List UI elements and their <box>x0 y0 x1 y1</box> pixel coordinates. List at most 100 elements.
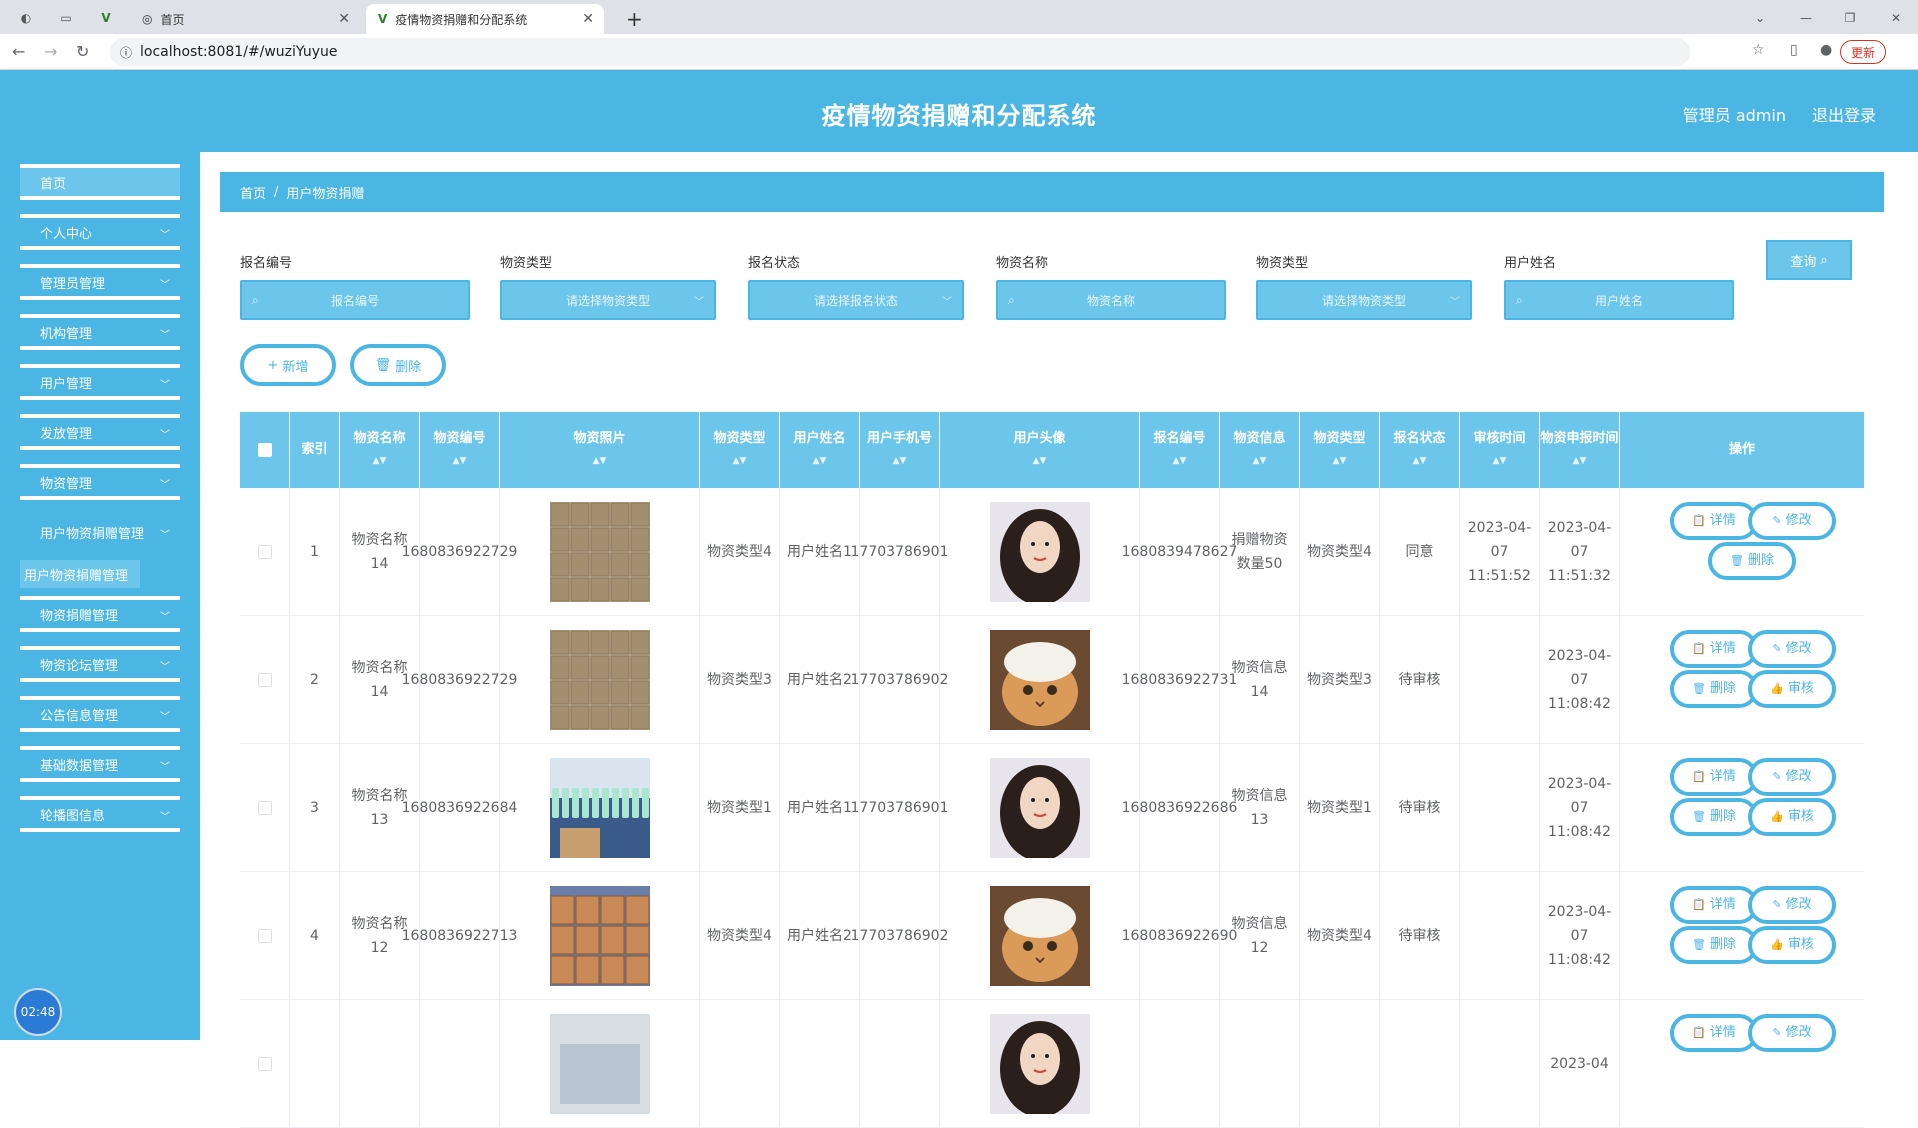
sidebar-item-home[interactable]: 首页 <box>20 164 180 200</box>
sidebar-item-carousel[interactable]: 轮播图信息 ﹀ <box>20 796 180 832</box>
browser-tab-home[interactable]: ◎ 首页 ✕ <box>130 4 360 34</box>
logout-button[interactable]: 退出登录 <box>1812 102 1876 126</box>
view-detail-button[interactable]: 📋 详情 <box>1670 502 1758 540</box>
filter-name-input[interactable]: ⌕ 物资名称 <box>996 280 1226 320</box>
supply-photo-image[interactable] <box>549 886 650 986</box>
sidebar-item-user-donations[interactable]: 用户物资捐赠管理 ﹀ <box>20 514 180 550</box>
filter-status-select[interactable]: 请选择报名状态 ﹀ <box>748 280 964 320</box>
audit-button[interactable]: 👍 审核 <box>1748 926 1836 964</box>
avatar[interactable] <box>989 758 1090 858</box>
sidebar-item-users[interactable]: 用户管理 ﹀ <box>20 364 180 400</box>
supply-photo-image[interactable] <box>549 758 650 858</box>
th-status[interactable]: 报名状态 ▲▼ <box>1380 412 1460 488</box>
sidebar-item-base-data[interactable]: 基础数据管理 ﹀ <box>20 746 180 782</box>
tab-search-icon[interactable]: ⌄ <box>1750 8 1770 28</box>
bulk-delete-button[interactable]: 🗑 删除 <box>350 344 446 386</box>
update-button[interactable]: 更新 <box>1839 40 1886 64</box>
restore-icon[interactable]: ❐ <box>1840 8 1860 28</box>
row-checkbox[interactable] <box>257 1057 272 1071</box>
filter-type2-select[interactable]: 请选择物资类型 ﹀ <box>1256 280 1472 320</box>
audit-button[interactable]: 👍 审核 <box>1748 798 1836 836</box>
sidebar-item-donations[interactable]: 物资捐赠管理 ﹀ <box>20 596 180 632</box>
cell-audit_time <box>1460 872 1540 1000</box>
select-all-checkbox[interactable] <box>257 443 272 457</box>
view-detail-button[interactable]: 📋 详情 <box>1670 630 1758 668</box>
clock-badge[interactable]: 02:48 <box>14 988 62 1036</box>
back-icon[interactable]: ← <box>12 42 25 61</box>
reload-icon[interactable]: ↻ <box>76 42 89 61</box>
pinned-tab-icon[interactable]: ▭ <box>56 8 76 28</box>
edit-button[interactable]: ✎ 修改 <box>1748 758 1836 796</box>
row-checkbox[interactable] <box>257 673 272 687</box>
browser-tab-active[interactable]: V 疫情物资捐赠和分配系统 ✕ <box>366 4 604 34</box>
query-button[interactable]: 查询 ⌕ <box>1766 240 1852 280</box>
th-name[interactable]: 物资名称 ▲▼ <box>340 412 420 488</box>
audit-button[interactable]: 👍 审核 <box>1748 670 1836 708</box>
th-user[interactable]: 用户姓名 ▲▼ <box>780 412 860 488</box>
cell-status: 待审核 <box>1380 744 1460 872</box>
supply-photo-image[interactable] <box>549 502 650 602</box>
th-type2[interactable]: 物资类型 ▲▼ <box>1300 412 1380 488</box>
delete-button[interactable]: 🗑 删除 <box>1670 926 1758 964</box>
supply-photo-image[interactable] <box>549 630 650 730</box>
sidebar-item-distribution[interactable]: 发放管理 ﹀ <box>20 414 180 450</box>
edit-button[interactable]: ✎ 修改 <box>1748 886 1836 924</box>
row-checkbox[interactable] <box>257 929 272 943</box>
avatar[interactable] <box>989 630 1090 730</box>
breadcrumb-home[interactable]: 首页 <box>240 183 266 202</box>
sidebar-item-notices[interactable]: 公告信息管理 ﹀ <box>20 696 180 732</box>
vue-tab-icon[interactable]: V <box>96 8 116 28</box>
star-icon[interactable]: ☆ <box>1752 42 1765 58</box>
th-avatar[interactable]: 用户头像 ▲▼ <box>940 412 1140 488</box>
sidebar-submenu-user-donations[interactable]: 用户物资捐赠管理 <box>20 560 140 588</box>
url-field[interactable]: ⓘ localhost:8081/#/wuziYuyue <box>110 38 1690 66</box>
avatar[interactable] <box>989 502 1090 602</box>
supply-photo <box>500 872 700 1000</box>
close-tab-icon[interactable]: ✕ <box>338 11 350 27</box>
add-button[interactable]: + 新增 <box>240 344 336 386</box>
th-info[interactable]: 物资信息 ▲▼ <box>1220 412 1300 488</box>
avatar[interactable] <box>989 886 1090 986</box>
cell-audit_time <box>1460 1000 1540 1128</box>
new-tab-button[interactable]: + <box>614 4 644 34</box>
th-apply-time[interactable]: 物资申报时间 ▲▼ <box>1540 412 1620 488</box>
close-tab-icon[interactable]: ✕ <box>582 11 594 27</box>
pinned-tab-icon[interactable]: ◐ <box>16 8 36 28</box>
sidebar-item-forum[interactable]: 物资论坛管理 ﹀ <box>20 646 180 682</box>
forward-icon[interactable]: → <box>44 42 57 61</box>
sidepanel-icon[interactable]: ▯ <box>1790 42 1798 58</box>
minimize-icon[interactable]: — <box>1796 8 1816 28</box>
row-checkbox[interactable] <box>257 545 272 559</box>
user-avatar <box>940 616 1140 744</box>
filter-apply-no-input[interactable]: ⌕ 报名编号 <box>240 280 470 320</box>
cell-status: 待审核 <box>1380 616 1460 744</box>
delete-button[interactable]: 🗑 删除 <box>1670 670 1758 708</box>
view-detail-button[interactable]: 📋 详情 <box>1670 1014 1758 1052</box>
th-type[interactable]: 物资类型 ▲▼ <box>700 412 780 488</box>
sidebar-item-orgs[interactable]: 机构管理 ﹀ <box>20 314 180 350</box>
th-apply-no[interactable]: 报名编号 ▲▼ <box>1140 412 1220 488</box>
filter-type-select[interactable]: 请选择物资类型 ﹀ <box>500 280 716 320</box>
view-detail-button[interactable]: 📋 详情 <box>1670 758 1758 796</box>
document-icon: 📋 <box>1692 898 1706 911</box>
row-checkbox[interactable] <box>257 801 272 815</box>
th-audit-time[interactable]: 审核时间 ▲▼ <box>1460 412 1540 488</box>
filter-user-input[interactable]: ⌕ 用户姓名 <box>1504 280 1734 320</box>
delete-button[interactable]: 🗑 删除 <box>1708 542 1796 580</box>
sidebar-item-personal[interactable]: 个人中心 ﹀ <box>20 214 180 250</box>
edit-button[interactable]: ✎ 修改 <box>1748 502 1836 540</box>
th-phone[interactable]: 用户手机号 ▲▼ <box>860 412 940 488</box>
edit-button[interactable]: ✎ 修改 <box>1748 1014 1836 1052</box>
sidebar-item-supplies[interactable]: 物资管理 ﹀ <box>20 464 180 500</box>
edit-button[interactable]: ✎ 修改 <box>1748 630 1836 668</box>
view-detail-button[interactable]: 📋 详情 <box>1670 886 1758 924</box>
close-window-icon[interactable]: ✕ <box>1886 8 1906 28</box>
row-select-cell <box>240 488 290 616</box>
th-code[interactable]: 物资编号 ▲▼ <box>420 412 500 488</box>
sidebar-item-admins[interactable]: 管理员管理 ﹀ <box>20 264 180 300</box>
delete-button[interactable]: 🗑 删除 <box>1670 798 1758 836</box>
supply-photo-image[interactable] <box>549 1014 650 1114</box>
th-photo[interactable]: 物资照片 ▲▼ <box>500 412 700 488</box>
avatar[interactable] <box>989 1014 1090 1114</box>
profile-icon[interactable]: ● <box>1820 42 1832 58</box>
